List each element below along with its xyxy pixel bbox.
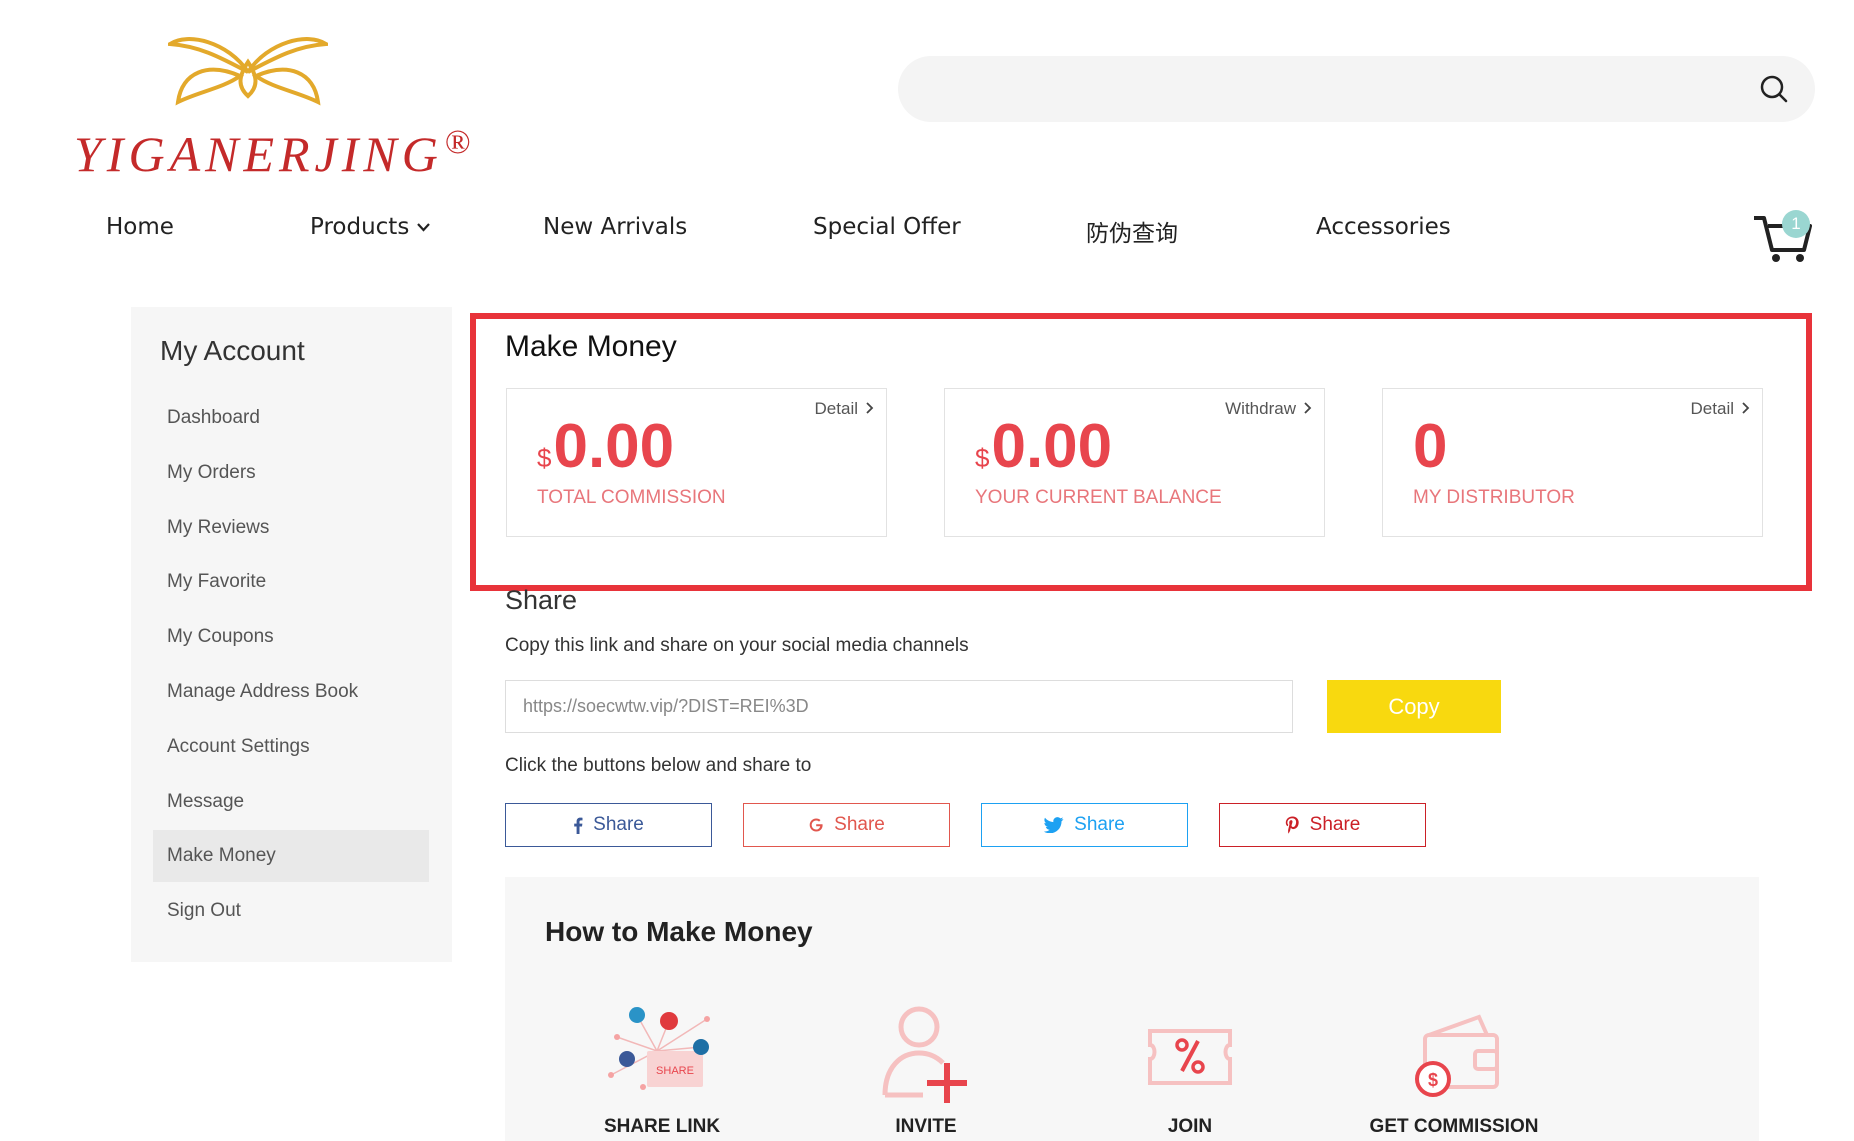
- stat-value: $0.00: [975, 412, 1113, 481]
- stat-card-total-commission: Detail $0.00 TOTAL COMMISSION: [506, 388, 887, 537]
- nav-home[interactable]: Home: [106, 214, 174, 240]
- how-to-section: How to Make Money SHARE SHARE LINK INVIT…: [505, 877, 1759, 1141]
- search-bar[interactable]: [898, 56, 1815, 122]
- detail-link[interactable]: Detail: [815, 399, 874, 419]
- step-label: GET COMMISSION: [1369, 1116, 1539, 1137]
- cart-count-badge: 1: [1782, 210, 1810, 238]
- share-badge-text: SHARE: [656, 1065, 694, 1077]
- chevron-down-icon: [417, 223, 431, 232]
- step-invite: INVITE: [816, 995, 1036, 1141]
- account-sidebar: My Account Dashboard My Orders My Review…: [131, 307, 452, 962]
- sidebar-item-account-settings[interactable]: Account Settings: [153, 721, 429, 773]
- google-share-button[interactable]: Share: [743, 803, 950, 847]
- chevron-right-icon: [866, 402, 874, 414]
- sidebar-item-sign-out[interactable]: Sign Out: [153, 885, 429, 937]
- brand-logo[interactable]: YIGANERJING®: [72, 32, 502, 182]
- twitter-icon: [1044, 817, 1064, 833]
- copy-button[interactable]: Copy: [1327, 680, 1501, 733]
- step-join: JOIN: [1080, 995, 1300, 1141]
- sidebar-item-message[interactable]: Message: [153, 776, 429, 828]
- referral-link-input[interactable]: [505, 680, 1293, 733]
- nav-special-offer[interactable]: Special Offer: [813, 214, 961, 240]
- share-network-icon: SHARE: [608, 1007, 710, 1090]
- sidebar-item-my-favorite[interactable]: My Favorite: [153, 556, 429, 608]
- nav-new-arrivals[interactable]: New Arrivals: [543, 214, 687, 240]
- sidebar-title: My Account: [160, 335, 305, 366]
- wings-logo-icon: [168, 37, 328, 106]
- twitter-share-button[interactable]: Share: [981, 803, 1188, 847]
- google-icon: [809, 818, 823, 832]
- stat-card-my-distributor: Detail 0 MY DISTRIBUTOR: [1382, 388, 1763, 537]
- sidebar-item-my-reviews[interactable]: My Reviews: [153, 502, 429, 554]
- chevron-right-icon: [1304, 402, 1312, 414]
- withdraw-link[interactable]: Withdraw: [1225, 399, 1312, 419]
- facebook-icon: [574, 817, 583, 834]
- detail-link[interactable]: Detail: [1691, 399, 1750, 419]
- nav-anti-counterfeit[interactable]: 防伪查询: [1086, 214, 1178, 248]
- step-label: SHARE LINK: [603, 1116, 721, 1137]
- page-title: Make Money: [505, 330, 677, 363]
- invite-user-icon: [882, 1006, 967, 1103]
- sidebar-item-address-book[interactable]: Manage Address Book: [153, 666, 429, 718]
- sidebar-item-my-orders[interactable]: My Orders: [153, 447, 429, 499]
- search-icon[interactable]: [1759, 74, 1789, 104]
- pinterest-icon: [1285, 816, 1299, 834]
- share-instruction: Copy this link and share on your social …: [505, 635, 969, 656]
- step-get-commission: $ GET COMMISSION: [1344, 995, 1564, 1141]
- sidebar-item-dashboard[interactable]: Dashboard: [153, 392, 429, 444]
- share-title: Share: [505, 585, 578, 615]
- nav-accessories[interactable]: Accessories: [1316, 214, 1451, 240]
- stat-label: YOUR CURRENT BALANCE: [975, 487, 1222, 508]
- svg-text:$: $: [1428, 1070, 1438, 1090]
- main-nav: Home Products New Arrivals Special Offer…: [0, 214, 1854, 254]
- stat-value: 0: [1413, 412, 1448, 481]
- pinterest-share-button[interactable]: Share: [1219, 803, 1426, 847]
- chevron-right-icon: [1742, 402, 1750, 414]
- nav-products[interactable]: Products: [310, 214, 431, 240]
- how-to-title: How to Make Money: [545, 916, 813, 947]
- sidebar-item-my-coupons[interactable]: My Coupons: [153, 611, 429, 663]
- percent-ticket-icon: [1148, 1029, 1232, 1085]
- wallet-commission-icon: $: [1415, 1014, 1499, 1097]
- stat-label: MY DISTRIBUTOR: [1413, 487, 1575, 508]
- facebook-share-button[interactable]: Share: [505, 803, 712, 847]
- step-label: INVITE: [895, 1116, 957, 1137]
- share-instruction-2: Click the buttons below and share to: [505, 755, 812, 776]
- step-share-link: SHARE SHARE LINK: [552, 995, 772, 1141]
- step-label: JOIN: [1167, 1116, 1213, 1137]
- sidebar-item-make-money[interactable]: Make Money: [153, 830, 429, 882]
- brand-name: YIGANERJING®: [74, 124, 476, 182]
- stat-card-current-balance: Withdraw $0.00 YOUR CURRENT BALANCE: [944, 388, 1325, 537]
- stat-label: TOTAL COMMISSION: [537, 487, 726, 508]
- stat-value: $0.00: [537, 412, 675, 481]
